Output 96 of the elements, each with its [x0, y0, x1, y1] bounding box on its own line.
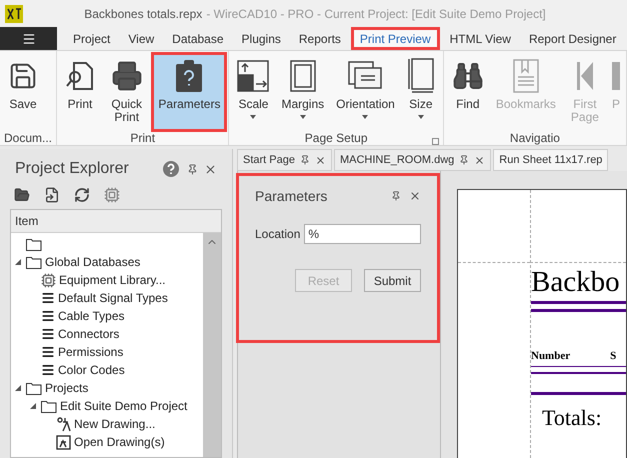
- folder-icon[interactable]: [14, 187, 30, 203]
- panel-title: Parameters: [255, 186, 328, 206]
- pin-icon[interactable]: [391, 191, 401, 201]
- ribbon-tab[interactable]: Print Preview: [350, 27, 440, 50]
- ribbon-tab[interactable]: Database: [164, 27, 232, 50]
- close-icon[interactable]: [474, 154, 486, 166]
- folder-icon: [26, 238, 42, 250]
- tree-item[interactable]: Color Codes: [58, 361, 125, 379]
- tree-item[interactable]: Cable Types: [58, 307, 124, 325]
- drawing-frame-icon: [56, 434, 71, 450]
- tree-item[interactable]: Global Databases: [45, 253, 140, 271]
- column-header[interactable]: Item: [11, 210, 221, 233]
- dropdown-caret-icon: [250, 115, 256, 119]
- margins-icon: [290, 60, 316, 92]
- ribbon-tab[interactable]: Report Designer: [520, 27, 624, 50]
- close-icon[interactable]: [204, 162, 217, 176]
- list-icon: [41, 345, 55, 359]
- pin-icon[interactable]: [187, 164, 198, 174]
- first-page-icon: [574, 60, 595, 92]
- panel-button[interactable]: Submit: [364, 269, 421, 292]
- app-menu-button[interactable]: [0, 27, 57, 50]
- chip-icon[interactable]: [104, 187, 120, 203]
- tree-item[interactable]: Connectors: [58, 325, 120, 343]
- folder-icon: [26, 256, 42, 268]
- save-icon: [8, 61, 38, 91]
- page-icon: [612, 60, 620, 92]
- ribbon-button[interactable]: Quick Print: [103, 55, 150, 129]
- ribbon-button[interactable]: Margins: [277, 55, 328, 129]
- ribbon-tab[interactable]: Plugins: [234, 27, 289, 50]
- pin-icon[interactable]: [300, 155, 310, 165]
- expand-arrow-icon[interactable]: [30, 403, 36, 409]
- page-size-icon: [406, 58, 435, 94]
- ribbon-tab[interactable]: HTML View: [442, 27, 519, 50]
- tree-item[interactable]: Projects: [45, 379, 88, 397]
- dialog-launcher-icon[interactable]: [432, 138, 439, 145]
- tree-item[interactable]: Edit Suite Demo Project: [60, 397, 188, 415]
- ribbon-group-label: Navigatio: [510, 130, 560, 147]
- tree-item[interactable]: Default Signal Types: [58, 289, 168, 307]
- dropdown-caret-icon: [362, 115, 368, 119]
- ribbon-group-label: Page Setup: [304, 130, 368, 147]
- document-magnifier-icon: [65, 60, 96, 92]
- totals-label: Totals:: [542, 404, 603, 432]
- field-label: Location: [255, 226, 300, 243]
- list-icon: [41, 327, 55, 341]
- ribbon-tab[interactable]: View: [120, 27, 162, 50]
- tree-item[interactable]: New Drawing...: [74, 415, 156, 433]
- dropdown-caret-icon: [418, 115, 424, 119]
- document-tab[interactable]: Start Page: [237, 149, 332, 171]
- ribbon-button[interactable]: Save: [4, 55, 42, 129]
- app-logo-icon: [5, 4, 23, 22]
- window-title: Backbones totals.repx: [84, 6, 202, 22]
- clipboard-question-icon: [174, 59, 204, 93]
- refresh-icon[interactable]: [74, 187, 90, 203]
- ribbon-button[interactable]: Size: [402, 55, 439, 129]
- folder-icon: [26, 382, 42, 394]
- bookmark-page-icon: [512, 59, 539, 93]
- panel-title: Project Explorer: [15, 159, 130, 179]
- scale-icon: [237, 60, 270, 92]
- document-arrow-icon[interactable]: [44, 187, 60, 203]
- report-title: Backbo: [531, 265, 621, 299]
- folder-icon: [41, 400, 57, 412]
- list-icon: [41, 291, 55, 305]
- ribbon-tab[interactable]: Project: [65, 27, 118, 50]
- ribbon-button[interactable]: Parameters: [154, 55, 224, 129]
- tree-item[interactable]: Open Drawing(s): [74, 433, 165, 451]
- list-icon: [41, 363, 55, 377]
- ribbon-button[interactable]: Find: [448, 55, 488, 129]
- help-icon[interactable]: [163, 161, 179, 177]
- tree-item[interactable]: Permissions: [58, 343, 124, 361]
- ribbon-tab[interactable]: Reports: [290, 27, 349, 50]
- document-tab[interactable]: MACHINE_ROOM.dwg: [334, 149, 492, 171]
- chip-icon: [41, 272, 56, 288]
- list-icon: [41, 309, 55, 323]
- window-subtitle: - WireCAD10 - PRO - Current Project: [Edit Suite Demo Project]: [206, 6, 546, 22]
- menu-icon: [22, 32, 36, 46]
- document-tab[interactable]: Run Sheet 11x17.rep: [493, 149, 608, 171]
- close-icon[interactable]: [409, 190, 421, 202]
- ribbon-button[interactable]: Orientation: [332, 55, 399, 129]
- dropdown-caret-icon: [300, 115, 306, 119]
- compass-icon: [56, 416, 71, 432]
- ribbon-group-label: Docum...: [4, 130, 52, 147]
- column-heading: Number: [531, 348, 570, 364]
- expand-arrow-icon[interactable]: [15, 259, 21, 265]
- expand-arrow-icon[interactable]: [15, 385, 21, 391]
- pin-icon[interactable]: [459, 155, 470, 165]
- ribbon-button[interactable]: Scale: [233, 55, 274, 129]
- close-icon[interactable]: [314, 154, 326, 166]
- tree-item[interactable]: Equipment Library...: [59, 271, 166, 289]
- printer-icon: [110, 60, 143, 92]
- orientation-icon: [348, 61, 382, 91]
- binoculars-icon: [452, 60, 484, 92]
- column-heading: S: [610, 348, 616, 364]
- ribbon-button[interactable]: Print: [61, 55, 100, 129]
- input-field[interactable]: %: [304, 224, 421, 244]
- ribbon-group-label: Print: [130, 130, 156, 147]
- scrollbar[interactable]: [203, 233, 221, 457]
